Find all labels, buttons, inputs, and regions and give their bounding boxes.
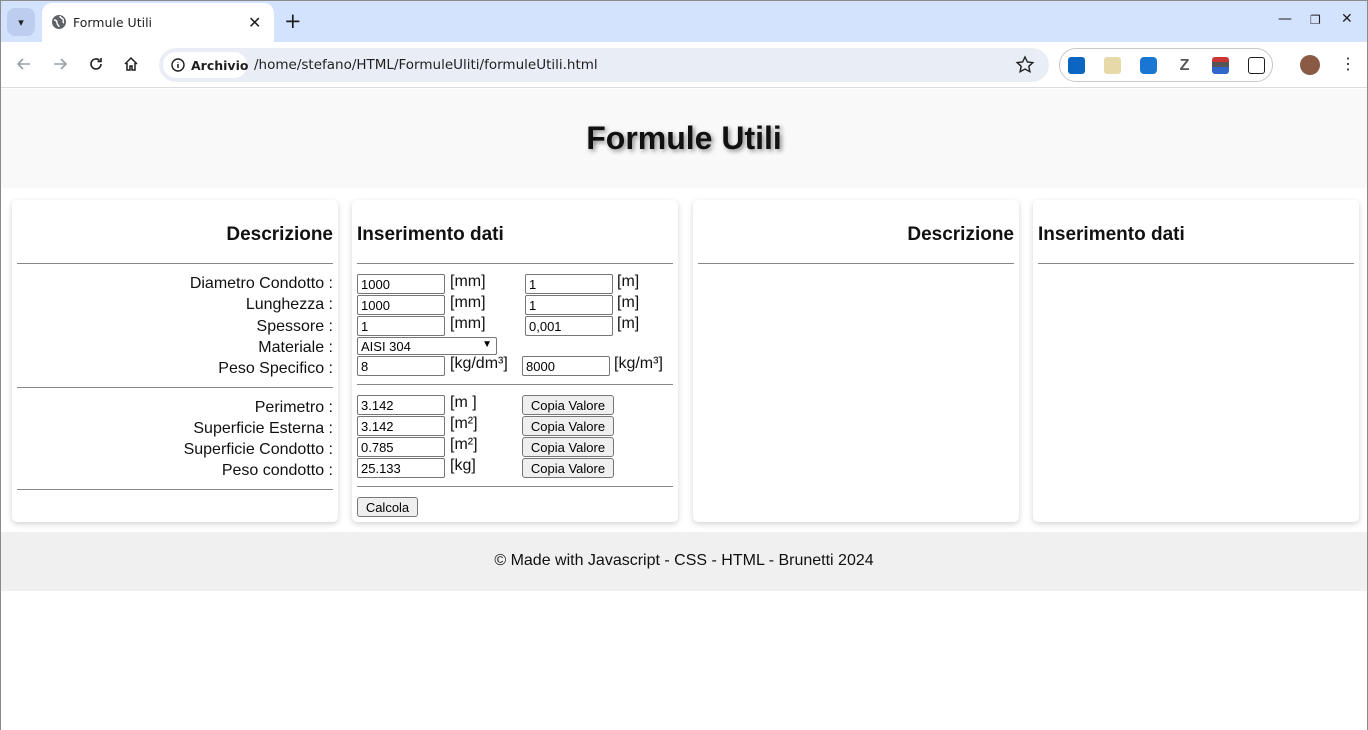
unit-m2: [m²]: [450, 415, 478, 432]
unit-m: [m]: [617, 273, 640, 290]
superficie-esterna-output[interactable]: [357, 416, 445, 436]
restore-icon[interactable]: ❐: [1310, 13, 1321, 27]
info-icon: [171, 58, 185, 72]
profile-avatar[interactable]: [1300, 55, 1320, 75]
browser-toolbar: Archivio /home/stefano/HTML/FormuleUliti…: [1, 42, 1367, 88]
label-peso-condotto: Peso condotto :: [221, 462, 333, 479]
z-extension-icon[interactable]: Z: [1176, 57, 1193, 74]
label-superficie-esterna: Superficie Esterna :: [193, 420, 333, 437]
divider: [357, 263, 673, 264]
bookmark-star-icon[interactable]: [1015, 55, 1035, 75]
page-header: Formule Utili: [1, 89, 1367, 188]
divider: [698, 263, 1014, 264]
peso-specifico-kgm3-input[interactable]: [522, 356, 610, 376]
materiale-selected: AISI 304: [361, 339, 411, 354]
lunghezza-m-input[interactable]: [525, 295, 613, 315]
extensions-bar: Z: [1059, 48, 1273, 82]
divider: [17, 387, 333, 388]
data-entry-card-2: Inserimento dati: [1033, 200, 1359, 522]
tab-title: Formule Utili: [73, 15, 153, 30]
window-close-icon[interactable]: ✕: [1341, 11, 1353, 27]
peso-specifico-kgdm3-input[interactable]: [357, 356, 445, 376]
divider: [17, 489, 333, 490]
page-footer: © Made with Javascript - CSS - HTML - Br…: [1, 532, 1367, 591]
label-diametro: Diametro Condotto :: [189, 275, 333, 292]
diametro-m-input[interactable]: [525, 274, 613, 294]
image-extension-icon[interactable]: [1104, 57, 1121, 74]
tab-active[interactable]: Formule Utili ✕: [42, 3, 274, 42]
description-card: Descrizione Diametro Condotto : Lunghezz…: [12, 200, 338, 522]
label-lunghezza: Lunghezza :: [245, 296, 333, 313]
copy-superficie-esterna-button[interactable]: Copia Valore: [522, 416, 614, 436]
unit-mm: [mm]: [450, 315, 486, 332]
superficie-condotto-output[interactable]: [357, 437, 445, 457]
diametro-mm-input[interactable]: [357, 274, 445, 294]
puzzle-extension-icon[interactable]: [1248, 57, 1265, 74]
spessore-m-input[interactable]: [525, 316, 613, 336]
label-spessore: Spessore :: [256, 318, 333, 335]
label-superficie-condotto: Superficie Condotto :: [183, 441, 333, 458]
spessore-mm-input[interactable]: [357, 316, 445, 336]
unit-mm: [mm]: [450, 294, 486, 311]
unit-m: [m]: [617, 315, 640, 332]
footer-text: © Made with Javascript - CSS - HTML - Br…: [494, 552, 874, 569]
unit-m2: [m²]: [450, 436, 478, 453]
site-info-label: Archivio: [191, 58, 249, 73]
back-icon[interactable]: [12, 52, 36, 76]
data-entry-heading: Inserimento dati: [357, 224, 504, 245]
unit-kg-m3: [kg/m³]: [614, 355, 663, 372]
copy-peso-condotto-button[interactable]: Copia Valore: [522, 458, 614, 478]
address-bar[interactable]: Archivio /home/stefano/HTML/FormuleUliti…: [159, 48, 1049, 82]
materiale-select[interactable]: AISI 304 ▼: [357, 337, 497, 355]
stack-extension-icon[interactable]: [1212, 57, 1229, 74]
divider: [357, 384, 673, 385]
description-card-2: Descrizione: [693, 200, 1019, 522]
peso-condotto-output[interactable]: [357, 458, 445, 478]
divider: [17, 263, 333, 264]
url-text[interactable]: /home/stefano/HTML/FormuleUliti/formuleU…: [254, 57, 598, 73]
description-heading-2: Descrizione: [907, 224, 1014, 245]
j-extension-icon[interactable]: [1140, 57, 1157, 74]
tab-search-chevron-icon[interactable]: ▾: [7, 8, 35, 36]
data-entry-heading-2: Inserimento dati: [1038, 224, 1185, 245]
data-entry-card: Inserimento dati [mm] [m] [mm] [m] [mm] …: [352, 200, 678, 522]
unit-kg-dm3: [kg/dm³]: [450, 355, 508, 372]
home-icon[interactable]: [119, 52, 143, 76]
unit-mm: [mm]: [450, 273, 486, 290]
linkedin-extension-icon[interactable]: [1068, 57, 1085, 74]
browser-window: ▾ Formule Utili ✕ + — ❐ ✕ Archivio /home…: [0, 0, 1368, 730]
calcola-button[interactable]: Calcola: [357, 497, 418, 517]
perimetro-output[interactable]: [357, 395, 445, 415]
page-content: Formule Utili Descrizione Diametro Condo…: [1, 89, 1367, 730]
copy-perimetro-button[interactable]: Copia Valore: [522, 395, 614, 415]
tab-strip: ▾ Formule Utili ✕ + — ❐ ✕: [1, 1, 1367, 42]
new-tab-icon[interactable]: +: [284, 9, 302, 33]
page-title: Formule Utili: [586, 120, 782, 156]
label-perimetro: Perimetro :: [254, 399, 333, 416]
divider: [357, 486, 673, 487]
globe-icon: [52, 15, 66, 29]
site-info-chip[interactable]: Archivio: [163, 52, 249, 78]
chevron-down-icon: ▼: [482, 339, 492, 350]
description-heading: Descrizione: [226, 224, 333, 245]
label-materiale: Materiale :: [258, 339, 333, 356]
unit-m: [m]: [617, 294, 640, 311]
kebab-menu-icon[interactable]: ⋮: [1340, 54, 1356, 74]
tab-close-icon[interactable]: ✕: [248, 13, 261, 32]
lunghezza-mm-input[interactable]: [357, 295, 445, 315]
unit-kg: [kg]: [450, 457, 476, 474]
forward-icon[interactable]: [48, 52, 72, 76]
label-peso-specifico: Peso Specifico :: [218, 360, 333, 377]
divider: [1038, 263, 1354, 264]
reload-icon[interactable]: [84, 52, 108, 76]
minimize-icon[interactable]: —: [1278, 11, 1292, 27]
unit-m: [m ]: [450, 394, 477, 411]
copy-superficie-condotto-button[interactable]: Copia Valore: [522, 437, 614, 457]
